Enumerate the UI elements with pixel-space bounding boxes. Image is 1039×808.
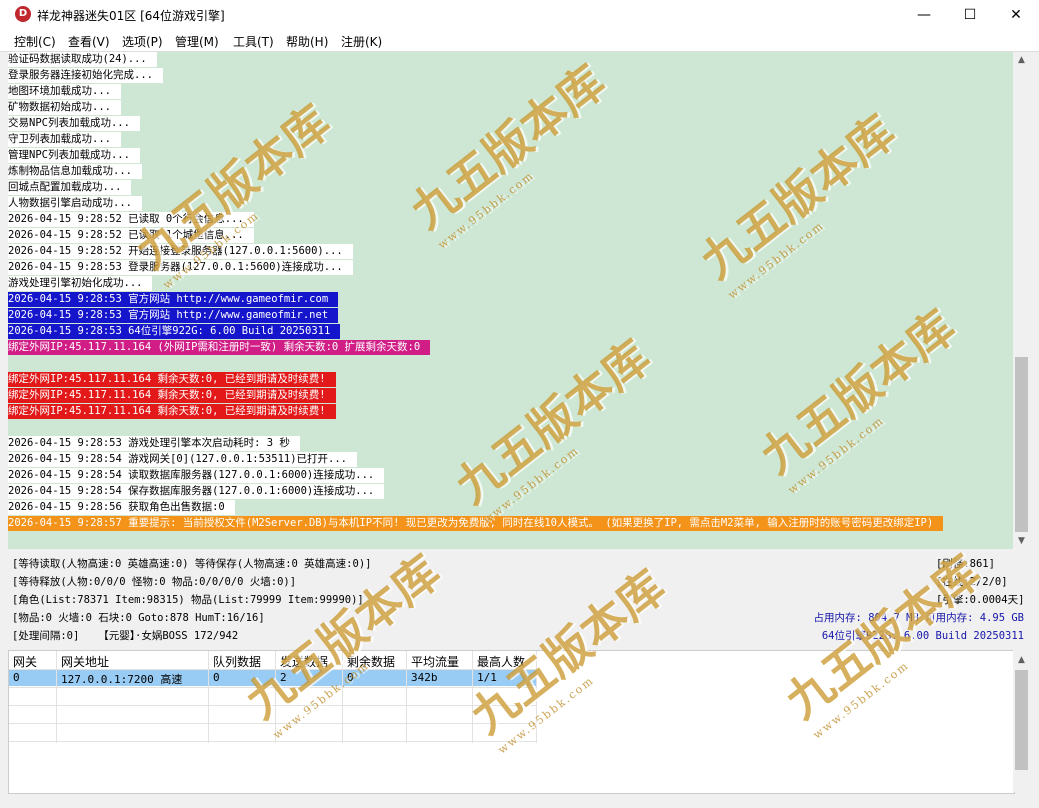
table-scrollbar[interactable]: ▲: [1013, 650, 1030, 792]
log-line: 绑定外网IP:45.117.11.164 剩余天数:0, 已经到期请及时续费!: [8, 372, 336, 387]
grid-line: [472, 651, 473, 743]
col-traffic[interactable]: 平均流量: [411, 653, 459, 670]
cell-queue: 0: [213, 671, 220, 684]
log-line: 守卫列表加载成功...: [8, 132, 121, 147]
log-line: 炼制物品信息加载成功...: [8, 164, 142, 179]
grid-line: [275, 651, 276, 743]
log-line: 绑定外网IP:45.117.11.164 (外网IP需和注册时一致) 剩余天数:…: [8, 340, 431, 355]
status-engine: [引擎:0.0004天]: [936, 594, 1025, 606]
log-line: 回城点配置加载成功...: [8, 180, 132, 195]
scroll-down-icon[interactable]: ▼: [1013, 533, 1030, 549]
status-online: [在线:2/2/0]: [936, 576, 1008, 588]
status-roles: [角色(List:78371 Item:98315) 物品(List:79999…: [12, 594, 364, 606]
scroll-thumb[interactable]: [1015, 357, 1028, 532]
gateway-table[interactable]: 网关 网关地址 队列数据 发送数据 剩余数据 平均流量 最高人数 0 127.0…: [8, 650, 1015, 794]
log-line: 2026-04-15 9:28:54 读取数据库服务器(127.0.0.1:60…: [8, 468, 385, 483]
col-max-users[interactable]: 最高人数: [477, 653, 525, 670]
log-line: 2026-04-15 9:28:54 保存数据库服务器(127.0.0.1:60…: [8, 484, 385, 499]
status-version: 64位引擎922G: 6.00 Build 20250311: [821, 630, 1024, 642]
log-line: 地图环境加载成功...: [8, 84, 121, 99]
log-line: 交易NPC列表加载成功...: [8, 116, 140, 131]
maximize-button[interactable]: ☐: [947, 0, 993, 30]
cell-max-users: 1/1: [477, 671, 497, 684]
grid-line: [9, 723, 537, 724]
grid-line: [536, 651, 537, 743]
app-icon: D: [15, 6, 31, 22]
log-line: 绑定外网IP:45.117.11.164 剩余天数:0, 已经到期请及时续费!: [8, 388, 336, 403]
col-queue[interactable]: 队列数据: [213, 653, 261, 670]
grid-line: [9, 705, 537, 706]
col-remaining[interactable]: 剩余数据: [347, 653, 395, 670]
menu-control[interactable]: 控制(C): [14, 33, 56, 50]
status-refresh: [刷怪:861]: [936, 558, 995, 570]
log-line: 2026-04-15 9:28:57 重要提示: 当前授权文件(M2Server…: [8, 516, 944, 531]
menu-view[interactable]: 查看(V): [68, 33, 110, 50]
cell-remaining: 0: [347, 671, 354, 684]
table-scroll-thumb[interactable]: [1015, 670, 1028, 770]
grid-line: [56, 651, 57, 743]
log-line: 人物数据引擎启动成功...: [8, 196, 142, 211]
menu-help[interactable]: 帮助(H): [286, 33, 328, 50]
col-gateway[interactable]: 网关: [13, 653, 37, 670]
table-row[interactable]: 0 127.0.0.1:7200 高速 0 2 0 342b 1/1: [9, 670, 537, 686]
log-line: 验证码数据读取成功(24)...: [8, 52, 157, 67]
title-bar: D 祥龙神器迷失01区 [64位游戏引擎] — ☐ ✕: [0, 0, 1039, 30]
scroll-up-icon[interactable]: ▲: [1013, 652, 1030, 668]
log-line: 矿物数据初始成功...: [8, 100, 121, 115]
cell-address: 127.0.0.1:7200 高速: [61, 673, 183, 686]
minimize-button[interactable]: —: [901, 0, 947, 30]
cell-traffic: 342b: [411, 671, 438, 684]
log-line: 2026-04-15 9:28:53 64位引擎922G: 6.00 Build…: [8, 324, 341, 339]
log-line: 2026-04-15 9:28:53 游戏处理引擎本次启动耗时: 3 秒: [8, 436, 300, 451]
log-line: 2026-04-15 9:28:54 游戏网关[0](127.0.0.1:535…: [8, 452, 358, 467]
col-sent[interactable]: 发送数据: [280, 653, 328, 670]
log-line: 游戏处理引擎初始化成功...: [8, 276, 153, 291]
grid-line: [9, 687, 537, 688]
log-line: 2026-04-15 9:28:52 开始连接登录服务器(127.0.0.1:5…: [8, 244, 353, 259]
grid-line: [406, 651, 407, 743]
log-line: 管理NPC列表加载成功...: [8, 148, 140, 163]
window-title: 祥龙神器迷失01区 [64位游戏引擎]: [37, 9, 225, 23]
menu-bar: 控制(C) 查看(V) 选项(P) 管理(M) 工具(T) 帮助(H) 注册(K…: [0, 30, 1039, 52]
menu-manage[interactable]: 管理(M): [175, 33, 219, 50]
log-line: 2026-04-15 9:28:52 已读取 1个城堡信息...: [8, 228, 254, 243]
log-line: 2026-04-15 9:28:53 官方网站 http://www.gameo…: [8, 308, 339, 323]
cell-gateway: 0: [13, 671, 20, 684]
table-header: 网关 网关地址 队列数据 发送数据 剩余数据 平均流量 最高人数: [9, 651, 537, 670]
status-memory: 占用内存: 804.7 MB 可用内存: 4.95 GB: [813, 612, 1024, 624]
status-items: [物品:0 火墙:0 石块:0 Goto:878 HumT:16/16]: [12, 612, 265, 624]
log-line: 2026-04-15 9:28:53 登录服务器(127.0.0.1:5600)…: [8, 260, 353, 275]
menu-register[interactable]: 注册(K): [341, 33, 382, 50]
log-line: 2026-04-15 9:28:52 已读取 0个行会信息...: [8, 212, 254, 227]
log-line: 2026-04-15 9:28:56 获取角色出售数据:0: [8, 500, 235, 515]
status-wait-read: [等待读取(人物高速:0 英雄高速:0) 等待保存(人物高速:0 英雄高速:0)…: [12, 558, 372, 570]
log-line: 登录服务器连接初始化完成...: [8, 68, 163, 83]
status-wait-release: [等待释放(人物:0/0/0 怪物:0 物品:0/0/0/0 火墙:0)]: [12, 576, 297, 588]
log-scrollbar[interactable]: ▲ ▼: [1013, 52, 1030, 549]
grid-line: [208, 651, 209, 743]
grid-line: [9, 741, 537, 742]
log-line: 绑定外网IP:45.117.11.164 剩余天数:0, 已经到期请及时续费!: [8, 404, 336, 419]
grid-line: [342, 651, 343, 743]
scroll-up-icon[interactable]: ▲: [1013, 52, 1030, 68]
close-button[interactable]: ✕: [993, 0, 1039, 30]
status-panel: [等待读取(人物高速:0 英雄高速:0) 等待保存(人物高速:0 英雄高速:0)…: [8, 551, 1030, 647]
log-line: 2026-04-15 9:28:53 官方网站 http://www.gameo…: [8, 292, 339, 307]
status-interval: [处理间隔:0] 【元婴】·女娲BOSS 172/942: [12, 630, 239, 642]
log-panel[interactable]: 验证码数据读取成功(24)... 登录服务器连接初始化完成... 地图环境加载成功.…: [8, 52, 1013, 549]
menu-tools[interactable]: 工具(T): [233, 33, 274, 50]
cell-sent: 2: [280, 671, 287, 684]
col-address[interactable]: 网关地址: [61, 653, 109, 670]
menu-options[interactable]: 选项(P): [122, 33, 163, 50]
